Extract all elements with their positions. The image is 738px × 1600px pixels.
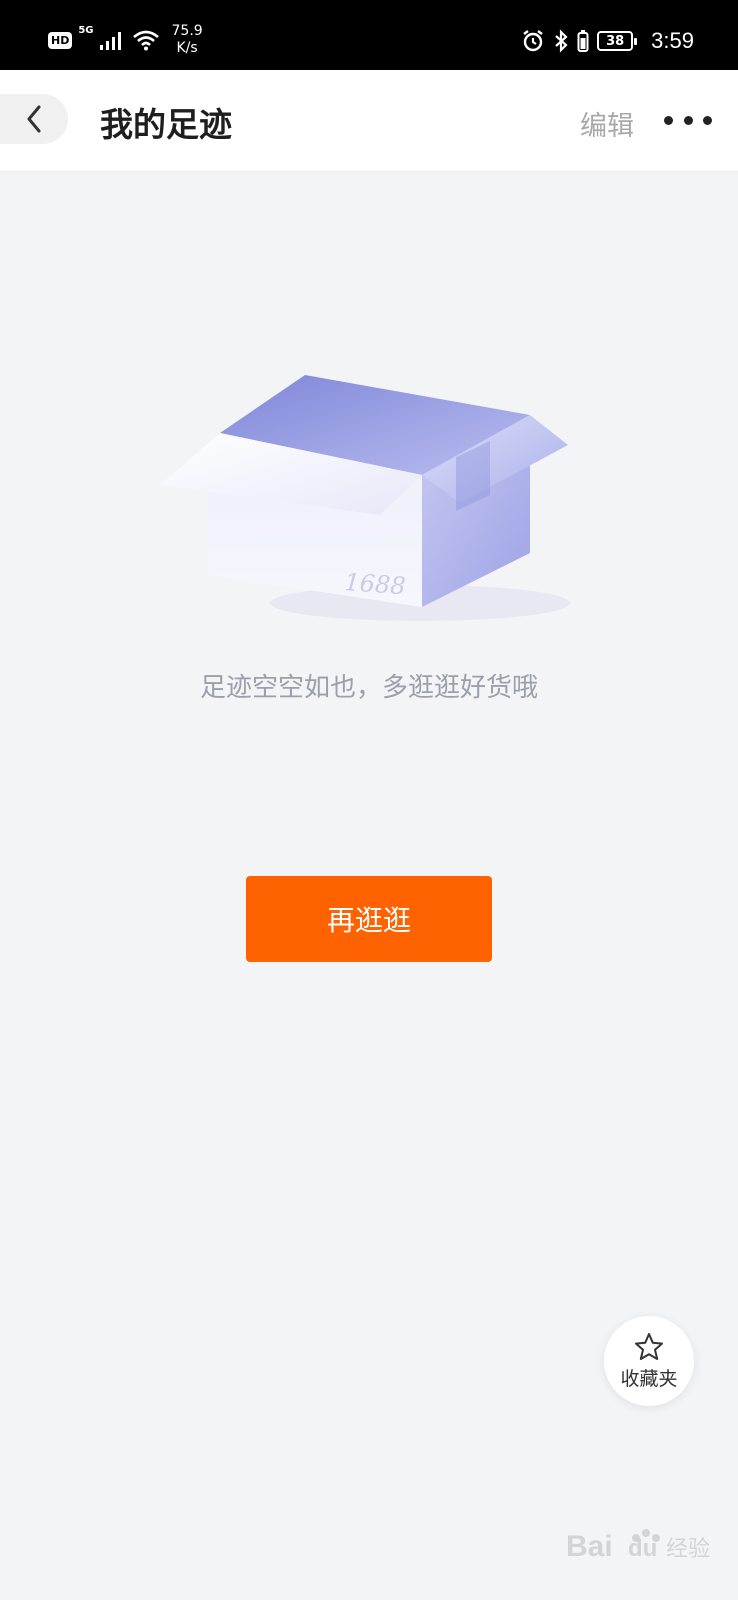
status-right: 38 3:59 [521, 24, 694, 58]
speed-unit: K/s [176, 40, 198, 56]
edit-button[interactable]: 编辑 [580, 104, 634, 143]
hd-badge: HD [48, 31, 73, 49]
network-speed: 75.9 K/s [172, 23, 203, 57]
alarm-icon [523, 30, 543, 52]
network-type: 5G [78, 25, 94, 36]
open-box-illustration: 1688 [160, 375, 570, 621]
browse-again-button[interactable]: 再逛逛 [246, 876, 492, 962]
favorites-label: 收藏夹 [620, 1367, 678, 1390]
chevron-left-icon [27, 105, 41, 133]
back-button[interactable] [0, 94, 68, 144]
clock: 3:59 [651, 28, 694, 53]
empty-message: 足迹空空如也，多逛逛好货哦 [199, 673, 538, 703]
page-title: 我的足迹 [100, 105, 232, 144]
star-icon [635, 1332, 663, 1360]
wifi-icon [132, 30, 159, 51]
baidu-watermark-logo: Bai du 经验 [566, 1529, 710, 1563]
bluetooth-icon [555, 29, 568, 53]
speed-value: 75.9 [171, 23, 203, 39]
svg-text:du: du [628, 1535, 657, 1562]
more-dots-icon[interactable] [664, 110, 712, 130]
signal-icon [99, 32, 121, 50]
header: 我的足迹 编辑 [0, 70, 738, 172]
favorites-button[interactable]: 收藏夹 [604, 1316, 694, 1406]
battery-saver-icon [577, 30, 589, 52]
box-number: 1688 [344, 568, 407, 600]
svg-text:经验: 经验 [666, 1537, 710, 1562]
battery-indicator: 38 [597, 31, 638, 51]
svg-text:Bai: Bai [566, 1530, 613, 1563]
status-left: HD 5G 75.9 K/s [48, 22, 203, 58]
status-bar: HD 5G 75.9 K/s 38 3:59 [0, 0, 738, 70]
